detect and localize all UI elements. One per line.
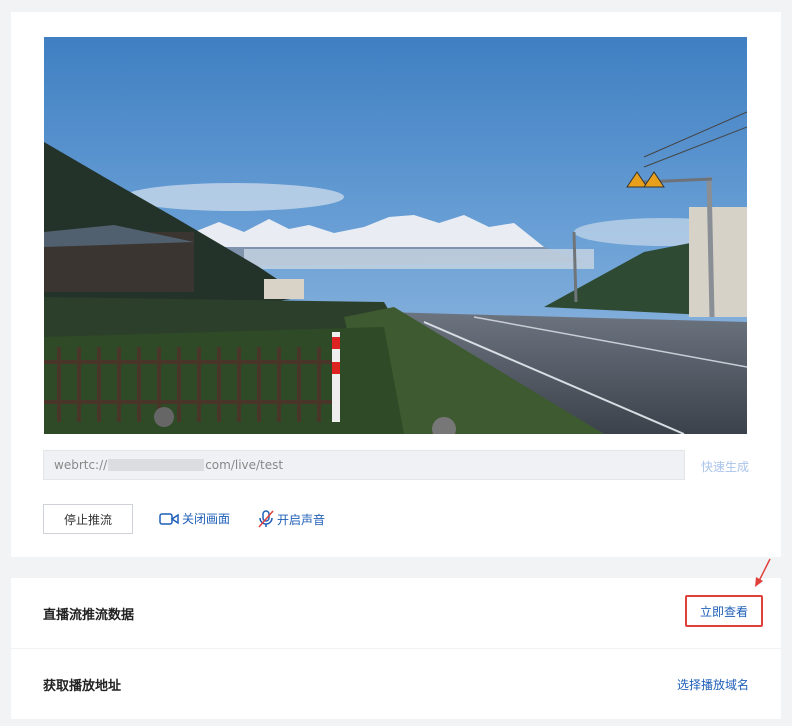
url-redacted-mask xyxy=(108,459,205,471)
push-stream-card: webrtc:// com/live/test 快速生成 停止推流 关闭画面 开… xyxy=(11,12,781,557)
stream-url-field[interactable]: webrtc:// com/live/test xyxy=(43,450,685,480)
play-address-section: 获取播放地址 选择播放域名 xyxy=(11,649,781,719)
push-data-title: 直播流推流数据 xyxy=(43,607,135,623)
close-video-button[interactable]: 关闭画面 xyxy=(159,510,230,527)
play-address-title: 获取播放地址 xyxy=(43,678,122,694)
url-prefix: webrtc:// xyxy=(54,458,108,472)
stop-push-button[interactable]: 停止推流 xyxy=(43,504,133,534)
quick-generate-link[interactable]: 快速生成 xyxy=(701,458,749,475)
video-frame-image xyxy=(44,37,747,434)
select-domain-link[interactable]: 选择播放域名 xyxy=(677,676,749,693)
mic-muted-icon xyxy=(258,510,274,528)
url-suffix: com/live/test xyxy=(205,458,284,472)
open-audio-label: 开启声音 xyxy=(277,512,326,527)
close-video-label: 关闭画面 xyxy=(182,512,231,526)
open-audio-button[interactable]: 开启声音 xyxy=(258,510,325,528)
red-arrow-annotation xyxy=(755,558,771,587)
video-preview xyxy=(44,37,747,434)
view-now-link[interactable]: 立即查看 xyxy=(685,595,763,627)
camera-icon xyxy=(159,512,179,525)
push-data-section: 直播流推流数据 xyxy=(11,578,781,648)
